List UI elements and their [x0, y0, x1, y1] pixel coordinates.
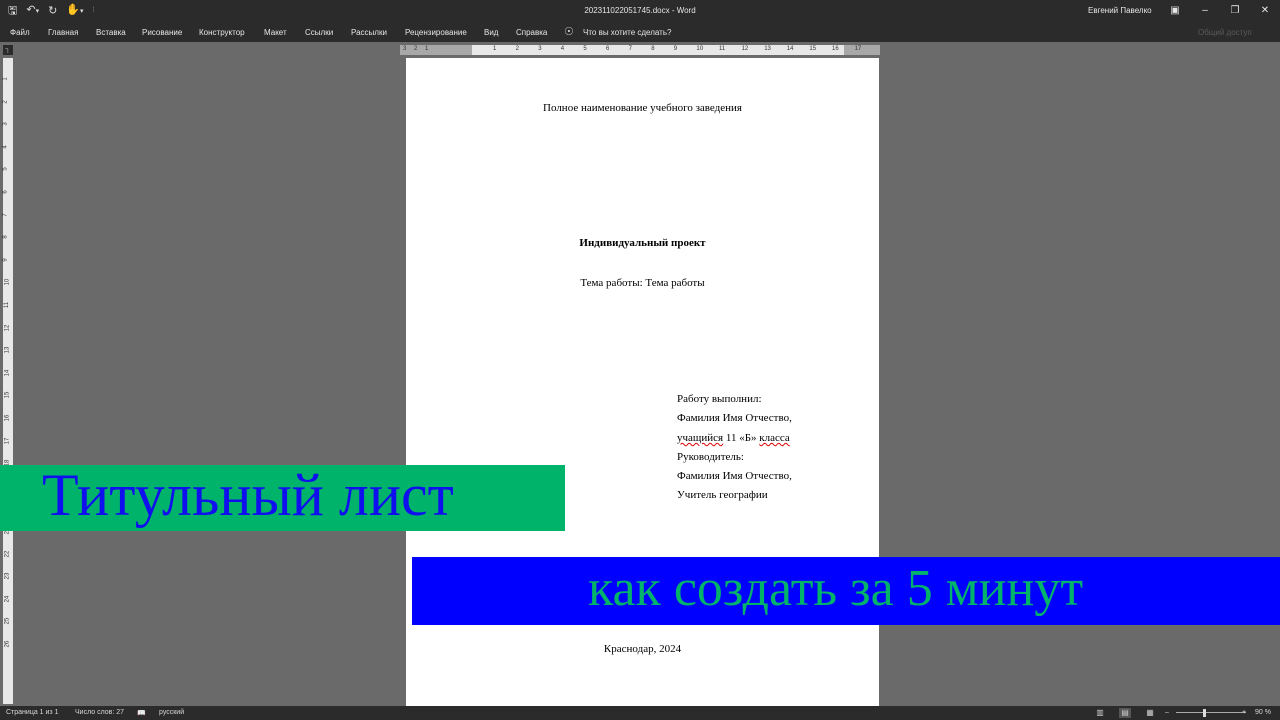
tab-view[interactable]: Вид: [484, 28, 498, 37]
vertical-ruler-tick-label: 26: [4, 640, 11, 648]
vertical-ruler[interactable]: 1234567891011121314151617181920212223242…: [3, 58, 13, 704]
vertical-ruler-tick-label: 6: [2, 190, 9, 194]
student-class-line: учащийся 11 «Б» класса: [677, 432, 790, 444]
ruler-tick-label: 9: [673, 46, 678, 52]
tab-draw[interactable]: Рисование: [142, 28, 182, 37]
zoom-slider[interactable]: [1176, 712, 1246, 713]
title-banner: Титульный лист: [0, 465, 565, 531]
ruler-tick-label: 17: [854, 46, 862, 52]
zoom-in-icon[interactable]: +: [1242, 709, 1246, 716]
vertical-ruler-tick-label: 8: [2, 235, 9, 239]
vertical-ruler-tick-label: 25: [4, 618, 11, 625]
vertical-ruler-tick-label: 10: [4, 279, 11, 286]
ruler-tick-label: 14: [786, 46, 794, 52]
ruler-tick-label: 2: [414, 46, 418, 52]
ruler-tick-label: 11: [719, 46, 726, 52]
vertical-ruler-tick-label: 11: [4, 301, 11, 309]
spelling-error-word[interactable]: класса: [759, 432, 790, 444]
institution-line: Полное наименование учебного заведения: [543, 102, 742, 114]
tell-me-search[interactable]: Что вы хотите сделать?: [583, 28, 671, 37]
read-mode-icon[interactable]: ▥: [1094, 708, 1106, 718]
word-count[interactable]: Число слов: 27: [75, 709, 124, 716]
status-bar: Страница 1 из 1 Число слов: 27 📖 русский…: [0, 706, 1280, 720]
vertical-ruler-tick-label: 2: [2, 99, 9, 104]
student-name: Фамилия Имя Отчество,: [677, 412, 792, 424]
vertical-ruler-tick-label: 3: [2, 122, 9, 126]
vertical-ruler-tick-label: 23: [4, 572, 11, 580]
subtitle-banner-text: как создать за 5 минут: [588, 560, 1084, 617]
vertical-ruler-tick-label: 9: [2, 258, 9, 262]
project-title: Индивидуальный проект: [579, 237, 706, 249]
vertical-ruler-tick-label: 12: [4, 324, 11, 331]
ruler-tick-label: 13: [764, 46, 771, 52]
ruler-tick-label: 8: [651, 46, 655, 52]
ruler-tick-label: 4: [560, 46, 565, 52]
zoom-out-icon[interactable]: –: [1165, 709, 1169, 716]
account-name[interactable]: Евгений Павелко: [1088, 6, 1152, 15]
restore-icon[interactable]: ❐: [1220, 2, 1250, 20]
ruler-tick-label: 5: [583, 46, 587, 52]
tab-help[interactable]: Справка: [516, 28, 547, 37]
city-year: Краснодар, 2024: [603, 643, 682, 655]
supervisor-name: Фамилия Имя Отчество,: [677, 470, 792, 482]
topic-line: Тема работы: Тема работы: [580, 277, 705, 289]
ruler-tick-label: 12: [741, 46, 749, 52]
tab-insert[interactable]: Вставка: [96, 28, 126, 37]
subtitle-banner: как создать за 5 минут: [412, 557, 1280, 625]
web-layout-icon[interactable]: ▦: [1144, 708, 1156, 718]
title-bar: 🖫 ↶▾ ↻ ✋▾ ⫶ 202311022051745.docx - Word …: [0, 0, 1280, 22]
vertical-ruler-tick-label: 5: [2, 167, 9, 172]
vertical-ruler-tick-label: 14: [4, 369, 11, 377]
tab-selector[interactable]: ┐: [3, 45, 13, 55]
zoom-slider-thumb[interactable]: [1203, 709, 1206, 717]
ruler-tick-label: 3: [538, 46, 542, 52]
vertical-ruler-tick-label: 15: [4, 392, 11, 399]
ruler-tick-label: 6: [606, 46, 610, 52]
zoom-level[interactable]: 90 %: [1255, 709, 1271, 716]
tab-mailings[interactable]: Рассылки: [351, 28, 387, 37]
performed-by-label: Работу выполнил:: [677, 393, 762, 405]
close-icon[interactable]: ✕: [1250, 2, 1280, 20]
ruler-tick-label: 16: [832, 46, 839, 52]
ruler-tick-label: 2: [515, 46, 519, 52]
supervisor-label: Руководитель:: [677, 451, 744, 463]
vertical-ruler-tick-label: 1: [2, 77, 9, 81]
vertical-ruler-tick-label: 4: [2, 145, 9, 149]
ruler-tick-label: 1: [493, 46, 497, 52]
vertical-ruler-tick-label: 16: [4, 414, 11, 422]
ruler-ticks: 3 2 1 1 2 3 4 5 6 7 8 9 10 11 12 13 14 15 16 17: [400, 45, 880, 55]
vertical-ruler-tick-label: 24: [4, 595, 11, 603]
tab-references[interactable]: Ссылки: [305, 28, 333, 37]
ruler-tick-label: 7: [628, 46, 632, 52]
share-button[interactable]: Общий доступ: [1198, 28, 1252, 37]
ribbon-tabs: Файл Главная Вставка Рисование Конструкт…: [0, 22, 1280, 42]
window-controls: ▣ – ❐ ✕: [1160, 2, 1280, 20]
ruler-tick-label: 10: [696, 46, 704, 52]
supervisor-role: Учитель географии: [677, 489, 768, 501]
vertical-ruler-tick-label: 17: [4, 437, 11, 444]
proofing-icon[interactable]: 📖: [137, 709, 146, 717]
tab-review[interactable]: Рецензирование: [405, 28, 467, 37]
page-count[interactable]: Страница 1 из 1: [6, 709, 58, 716]
spelling-error-word[interactable]: учащийся: [677, 432, 723, 444]
minimize-icon[interactable]: –: [1190, 2, 1220, 20]
tab-layout[interactable]: Макет: [264, 28, 287, 37]
language-indicator[interactable]: русский: [159, 709, 184, 716]
print-layout-icon[interactable]: ▤: [1119, 708, 1131, 718]
horizontal-ruler[interactable]: 3 2 1 1 2 3 4 5 6 7 8 9 10 11 12 13 14 15 16 17: [400, 45, 880, 55]
vertical-ruler-tick-label: 7: [2, 212, 9, 217]
tab-design[interactable]: Конструктор: [199, 28, 245, 37]
ruler-tick-label: 15: [809, 46, 817, 52]
vertical-ruler-tick-label: 13: [4, 346, 11, 354]
ruler-tick-label: 1: [425, 46, 429, 52]
title-banner-text: Титульный лист: [42, 462, 454, 528]
ruler-tick-label: 3: [403, 46, 407, 52]
student-class-number: 11 «Б»: [723, 432, 760, 444]
ribbon-display-icon[interactable]: ▣: [1160, 2, 1190, 20]
lightbulb-icon: ☉: [564, 26, 574, 38]
vertical-ruler-tick-label: 22: [4, 550, 11, 557]
tab-home[interactable]: Главная: [48, 28, 78, 37]
tab-file[interactable]: Файл: [10, 28, 30, 37]
